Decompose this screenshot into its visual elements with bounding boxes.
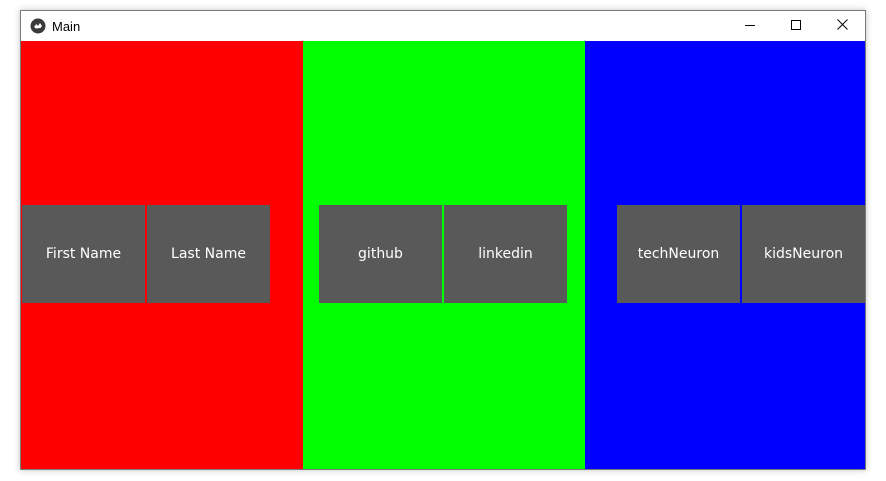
blue-panel: techNeuron kidsNeuron bbox=[585, 41, 865, 469]
window-controls bbox=[727, 11, 865, 41]
window-title: Main bbox=[52, 18, 81, 34]
button-row: First Name Last Name bbox=[22, 205, 270, 303]
techneuron-button[interactable]: techNeuron bbox=[617, 205, 740, 303]
close-button[interactable] bbox=[819, 11, 865, 41]
green-panel: github linkedin bbox=[303, 41, 585, 469]
minimize-icon bbox=[745, 17, 755, 35]
linkedin-button[interactable]: linkedin bbox=[444, 205, 567, 303]
red-panel: First Name Last Name bbox=[21, 41, 303, 469]
github-button[interactable]: github bbox=[319, 205, 442, 303]
maximize-icon bbox=[791, 17, 801, 35]
main-content: First Name Last Name github linkedin tec… bbox=[21, 41, 865, 469]
app-window: Main First Name Last Name github linkedi… bbox=[20, 10, 866, 470]
close-icon bbox=[836, 17, 848, 35]
button-row: github linkedin bbox=[319, 205, 567, 303]
kivy-logo-icon bbox=[30, 18, 46, 34]
minimize-button[interactable] bbox=[727, 11, 773, 41]
last-name-button[interactable]: Last Name bbox=[147, 205, 270, 303]
maximize-button[interactable] bbox=[773, 11, 819, 41]
title-bar[interactable]: Main bbox=[21, 11, 865, 41]
kidsneuron-button[interactable]: kidsNeuron bbox=[742, 205, 865, 303]
button-row: techNeuron kidsNeuron bbox=[617, 205, 865, 303]
first-name-button[interactable]: First Name bbox=[22, 205, 145, 303]
